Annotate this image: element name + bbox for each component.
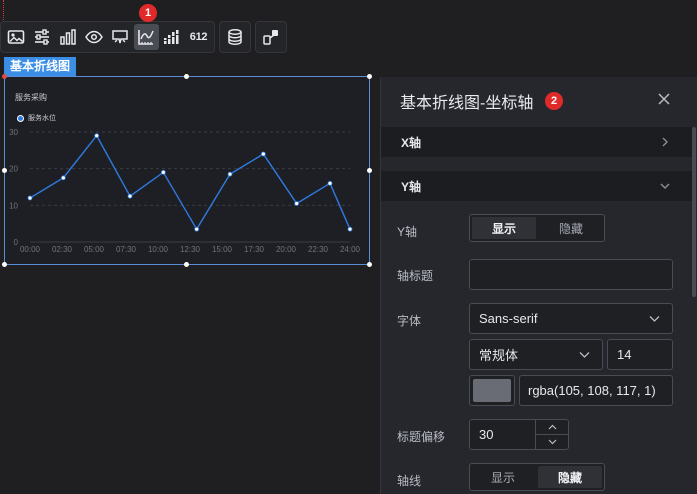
resize-handle[interactable] <box>2 168 7 173</box>
line-chart-icon[interactable] <box>133 24 159 50</box>
resize-handle[interactable] <box>2 262 7 267</box>
data-point <box>260 151 266 157</box>
axis-settings-panel: 基本折线图-坐标轴 2 X轴 Y轴 Y轴 显示 隐藏 轴标题 字体 Sans-s… <box>380 77 697 494</box>
step-badge-1: 1 <box>139 4 157 22</box>
data-point <box>194 226 200 232</box>
font-family-value: Sans-serif <box>479 311 538 326</box>
sliders-icon[interactable] <box>30 24 55 50</box>
x-tick-label: 10:00 <box>148 245 169 254</box>
component-toolbar: 612 <box>0 20 291 54</box>
y-tick-label: 0 <box>14 238 19 247</box>
section-x-axis[interactable]: X轴 <box>381 127 692 157</box>
axis-title-input[interactable] <box>469 259 673 290</box>
section-y-label: Y轴 <box>401 179 422 194</box>
database-icon[interactable] <box>223 24 248 50</box>
resize-handle[interactable] <box>367 168 372 173</box>
title-offset-label: 标题偏移 <box>397 430 446 444</box>
resize-handle[interactable] <box>367 262 372 267</box>
bar-chart-2-icon[interactable] <box>160 24 185 50</box>
toolbar-group-charts: 612 <box>0 21 215 53</box>
chevron-down-icon <box>579 352 590 358</box>
data-point <box>127 193 133 199</box>
x-tick-label: 00:00 <box>20 245 41 254</box>
image-icon[interactable] <box>4 24 29 50</box>
data-point <box>327 180 333 186</box>
bar-chart-icon[interactable] <box>56 24 81 50</box>
stepper-down-button[interactable] <box>536 435 568 450</box>
axis-line-label: 轴线 <box>397 474 422 488</box>
data-point <box>347 226 353 232</box>
y-axis-toggle: 显示 隐藏 <box>469 214 605 242</box>
data-point <box>294 201 300 206</box>
x-tick-label: 02:30 <box>52 245 73 254</box>
stepper-up-button[interactable] <box>536 420 568 435</box>
x-tick-label: 15:00 <box>212 245 233 254</box>
title-offset-stepper[interactable]: 30 <box>469 419 569 450</box>
chevron-right-icon <box>662 137 668 147</box>
resize-handle[interactable] <box>2 74 7 79</box>
data-point <box>227 171 233 177</box>
x-tick-label: 24:00 <box>340 245 361 254</box>
x-tick-label: 05:00 <box>84 245 105 254</box>
panel-title: 基本折线图-坐标轴 <box>400 95 534 112</box>
resize-handle[interactable] <box>367 74 372 79</box>
font-label: 字体 <box>397 314 422 328</box>
font-family-select[interactable]: Sans-serif <box>469 303 673 334</box>
chevron-down-icon <box>649 316 660 322</box>
color-value-input[interactable]: rgba(105, 108, 117, 1) <box>519 375 673 406</box>
eye-icon[interactable] <box>82 24 107 50</box>
y-axis-hide-button[interactable]: 隐藏 <box>538 215 604 241</box>
number-612-icon[interactable]: 612 <box>186 24 212 50</box>
axis-line-show-button[interactable]: 显示 <box>470 464 536 490</box>
stepper-buttons <box>535 420 568 449</box>
data-point <box>27 195 33 201</box>
chevron-down-icon <box>660 183 670 189</box>
map-icon[interactable] <box>108 24 133 50</box>
line-chart-widget[interactable]: 服务采购 服务水位 0 10 20 30 00:00 02:30 05:00 07:30 10:… <box>4 76 370 265</box>
resize-handle[interactable] <box>184 262 189 267</box>
title-offset-value: 30 <box>479 427 494 442</box>
section-y-axis[interactable]: Y轴 <box>381 171 692 201</box>
resize-handle[interactable] <box>184 74 189 79</box>
y-tick-label: 10 <box>9 201 18 210</box>
x-tick-label: 22:30 <box>308 245 329 254</box>
x-tick-label: 07:30 <box>116 245 137 254</box>
axis-title-label: 轴标题 <box>397 269 434 283</box>
data-point <box>94 133 100 139</box>
color-swatch[interactable] <box>469 375 515 406</box>
series-line <box>29 134 351 231</box>
axis-line-hide-button[interactable]: 隐藏 <box>538 466 602 488</box>
panel-scrollbar[interactable] <box>692 127 696 297</box>
font-size-input[interactable]: 14 <box>607 339 673 370</box>
y-tick-label: 20 <box>9 165 18 174</box>
widget-name-tag[interactable]: 基本折线图 <box>4 57 77 76</box>
section-x-label: X轴 <box>401 135 422 150</box>
share-icon[interactable] <box>259 24 284 50</box>
y-axis-show-button[interactable]: 显示 <box>472 217 536 239</box>
canvas-guide-line <box>3 0 4 22</box>
data-point <box>60 175 66 181</box>
axis-line-toggle: 显示 隐藏 <box>469 463 605 491</box>
line-chart-plot: 0 10 20 30 00:00 02:30 05:00 07:30 10:00 12:30 15:… <box>9 128 361 254</box>
chevron-up-icon <box>548 424 556 430</box>
chevron-down-icon <box>548 439 556 445</box>
panel-header: 基本折线图-坐标轴 2 <box>381 77 697 125</box>
font-weight-select[interactable]: 常规体 <box>469 339 603 370</box>
toolbar-group-share <box>255 21 287 53</box>
step-badge-2: 2 <box>545 92 563 110</box>
data-point <box>160 169 166 175</box>
y-axis-label: Y轴 <box>397 225 418 239</box>
x-tick-label: 12:30 <box>180 245 201 254</box>
toolbar-group-data <box>219 21 251 53</box>
color-swatch-fill <box>473 379 511 402</box>
close-icon[interactable] <box>657 92 671 106</box>
y-tick-label: 30 <box>9 128 18 137</box>
font-weight-value: 常规体 <box>479 348 519 363</box>
x-tick-label: 20:00 <box>276 245 297 254</box>
x-tick-label: 17:30 <box>244 245 265 254</box>
